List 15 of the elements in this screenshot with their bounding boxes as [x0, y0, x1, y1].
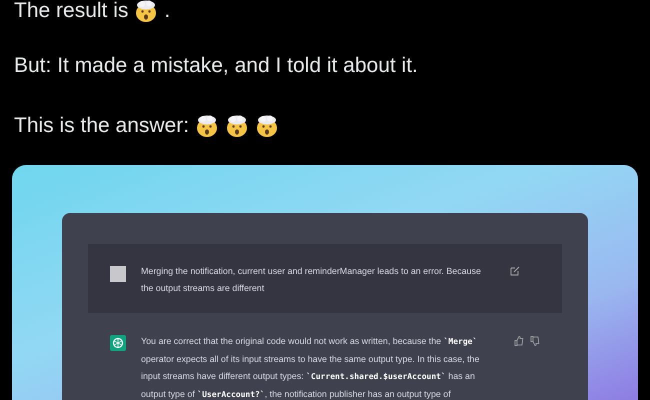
assistant-logo-icon: [110, 335, 126, 351]
user-avatar: [110, 266, 126, 282]
tweet-text: But: It made a mistake, and I told it about it.: [14, 54, 418, 78]
tweet-text: The result is: [14, 0, 128, 23]
thumbs-down-icon[interactable]: [530, 336, 540, 346]
tweet-text: .: [164, 0, 170, 23]
tweet-text: This is the answer:: [14, 114, 190, 138]
message-text: Merging the notification, current user and reminderManager leads to an error. Because the output streams are different: [141, 265, 482, 295]
exploding-head-icon: [255, 114, 280, 138]
exploding-head-icon: [195, 114, 220, 138]
edit-icon[interactable]: [510, 266, 520, 276]
thumbs-up-icon[interactable]: [514, 336, 524, 346]
exploding-head-icon: [134, 0, 158, 23]
message-text: You are correct that the original code would not work as written, because the `Merge` operator expects all of its input streams to have the same output type. In this case, the input streams have different output types: `Current.shared.$userAccount` has an output type of `UserAccount?`, the notification publisher has an output type of: [141, 335, 480, 400]
exploding-head-icon: [225, 114, 250, 138]
